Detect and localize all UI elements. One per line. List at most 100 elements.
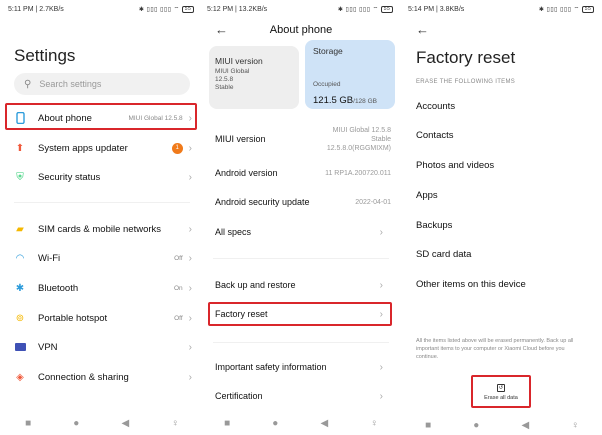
settings-item-label: Bluetooth bbox=[38, 282, 79, 294]
recents-icon[interactable]: ■ bbox=[25, 418, 31, 429]
status-icons: ✱ ▯▯▯ ▯▯▯ ⌔ bbox=[538, 7, 580, 13]
row-back-up-and-restore[interactable]: Back up and restore › bbox=[215, 278, 391, 292]
page-title: Settings bbox=[14, 46, 76, 65]
divider bbox=[14, 202, 190, 203]
divider bbox=[213, 258, 389, 259]
settings-item-label: SIM cards & mobile networks bbox=[38, 223, 162, 235]
recents-icon[interactable]: ■ bbox=[224, 418, 230, 429]
card-line: 12.5.8 bbox=[215, 76, 234, 83]
shield-check-icon: ⛨ bbox=[16, 171, 24, 183]
accessibility-icon[interactable]: ♀ bbox=[171, 418, 179, 429]
status-icons: ✱ ▯▯▯ ▯▯▯ ⌔ bbox=[337, 7, 379, 13]
row-android-security-update[interactable]: Android security update 2022-04-01 bbox=[215, 195, 391, 209]
card-title: MIUI version bbox=[215, 56, 263, 66]
row-label: Android security update bbox=[215, 197, 310, 207]
search-placeholder: Search settings bbox=[39, 79, 102, 89]
erase-item: Other items on this device bbox=[416, 279, 526, 290]
page-title: About phone bbox=[269, 24, 333, 36]
settings-item-security-status[interactable]: ⛨ Security status › bbox=[4, 168, 200, 186]
back-icon[interactable]: ◀ bbox=[122, 418, 130, 429]
erase-item: Apps bbox=[416, 190, 438, 201]
card-line: Stable bbox=[215, 84, 234, 91]
chevron-right-icon: › bbox=[188, 371, 192, 383]
battery-icon: 55 bbox=[582, 5, 594, 13]
erase-item: SD card data bbox=[416, 249, 472, 260]
storage-used: 121.5 GB bbox=[313, 95, 354, 106]
settings-item-label: Portable hotspot bbox=[38, 312, 108, 324]
row-value: 11 RP1A.200720.011 bbox=[325, 169, 391, 177]
row-value: 2022-04-01 bbox=[355, 198, 391, 206]
settings-item-value: Off bbox=[174, 254, 183, 262]
highlight-box bbox=[5, 103, 197, 130]
battery-icon: 55 bbox=[381, 5, 393, 13]
settings-item-label: Security status bbox=[38, 171, 101, 183]
settings-item-connection-sharing[interactable]: ◈ Connection & sharing › bbox=[4, 368, 200, 386]
settings-item-bluetooth[interactable]: ✱ Bluetooth On › bbox=[4, 279, 200, 297]
search-input[interactable]: ⚲ Search settings bbox=[14, 73, 190, 95]
settings-item-vpn[interactable]: VPN › bbox=[4, 338, 200, 356]
status-icons: ✱ ▯▯▯ ▯▯▯ ⌔ bbox=[138, 7, 180, 13]
chevron-right-icon: › bbox=[379, 390, 383, 402]
row-important-safety-information[interactable]: Important safety information › bbox=[215, 360, 391, 374]
status-time: 5:11 PM | 2.7KB/s bbox=[8, 5, 64, 13]
chevron-right-icon: › bbox=[188, 223, 192, 235]
settings-item-label: System apps updater bbox=[38, 142, 128, 154]
row-certification[interactable]: Certification › bbox=[215, 389, 391, 403]
accessibility-icon[interactable]: ♀ bbox=[571, 420, 579, 431]
chevron-right-icon: › bbox=[379, 361, 383, 373]
storage-card[interactable]: Storage Occupied 121.5 GB/128 GB bbox=[305, 40, 395, 109]
home-icon[interactable]: ● bbox=[272, 418, 278, 429]
row-all-specs[interactable]: All specs › bbox=[215, 225, 391, 239]
row-value: MIUI Global 12.5.8 Stable 12.5.8.0(RGGMI… bbox=[326, 126, 391, 152]
settings-item-value: On bbox=[173, 284, 183, 292]
erase-item: Backups bbox=[416, 220, 453, 231]
chevron-right-icon: › bbox=[379, 226, 383, 238]
card-title: Storage bbox=[313, 46, 343, 56]
vpn-icon bbox=[14, 341, 26, 353]
row-label: MIUI version bbox=[215, 134, 266, 144]
settings-screen: 5:11 PM | 2.7KB/s ✱ ▯▯▯ ▯▯▯ ⌔ 55 Setting… bbox=[4, 0, 200, 435]
settings-item-label: VPN bbox=[38, 341, 58, 353]
chevron-right-icon: › bbox=[188, 341, 192, 353]
status-time: 5:14 PM | 3.8KB/s bbox=[408, 5, 465, 13]
chevron-right-icon: › bbox=[188, 282, 192, 294]
chevron-right-icon: › bbox=[188, 252, 192, 264]
highlight-box bbox=[208, 302, 392, 326]
settings-item-sim-cards[interactable]: ▰ SIM cards & mobile networks › bbox=[4, 220, 200, 238]
settings-item-system-apps-updater[interactable]: ⬆ System apps updater 1 › bbox=[4, 139, 200, 157]
erase-item: Photos and videos bbox=[416, 160, 495, 171]
home-icon[interactable]: ● bbox=[73, 418, 79, 429]
home-icon[interactable]: ● bbox=[473, 420, 479, 431]
row-label: Android version bbox=[215, 168, 278, 178]
back-arrow-icon[interactable]: ← bbox=[416, 22, 429, 37]
settings-item-portable-hotspot[interactable]: ⊚ Portable hotspot Off › bbox=[4, 309, 200, 327]
back-icon[interactable]: ◀ bbox=[522, 420, 530, 431]
row-label: Certification bbox=[215, 391, 263, 401]
navigation-bar: ■ ● ◀ ♀ bbox=[404, 415, 600, 435]
chevron-right-icon: › bbox=[188, 312, 192, 324]
accessibility-icon[interactable]: ♀ bbox=[370, 418, 378, 429]
section-subtitle: ERASE THE FOLLOWING ITEMS bbox=[416, 79, 516, 85]
recents-icon[interactable]: ■ bbox=[425, 420, 431, 431]
back-icon[interactable]: ◀ bbox=[321, 418, 329, 429]
warning-text: All the items listed above will be erase… bbox=[416, 338, 574, 360]
settings-item-wifi[interactable]: ◠ Wi-Fi Off › bbox=[4, 249, 200, 267]
storage-total: /128 GB bbox=[353, 98, 377, 105]
chevron-right-icon: › bbox=[379, 279, 383, 291]
status-time: 5:12 PM | 13.2KB/s bbox=[207, 5, 268, 13]
settings-item-label: Connection & sharing bbox=[38, 371, 129, 383]
row-android-version[interactable]: Android version 11 RP1A.200720.011 bbox=[215, 166, 391, 180]
erase-item: Contacts bbox=[416, 130, 454, 141]
status-bar: 5:11 PM | 2.7KB/s ✱ ▯▯▯ ▯▯▯ ⌔ 55 bbox=[8, 4, 194, 14]
row-label: Important safety information bbox=[215, 362, 327, 372]
row-miui-version[interactable]: MIUI version MIUI Global 12.5.8 Stable 1… bbox=[215, 126, 391, 152]
miui-version-card[interactable]: MIUI version MIUI Global 12.5.8 Stable bbox=[209, 46, 299, 109]
settings-item-value: Off bbox=[174, 314, 183, 322]
page-title: Factory reset bbox=[416, 48, 516, 67]
update-badge: 1 bbox=[171, 142, 183, 154]
occupied-label: Occupied bbox=[313, 81, 341, 88]
status-bar: 5:12 PM | 13.2KB/s ✱ ▯▯▯ ▯▯▯ ⌔ 55 bbox=[207, 4, 393, 14]
search-icon: ⚲ bbox=[24, 78, 32, 90]
navigation-bar: ■ ● ◀ ♀ bbox=[4, 411, 200, 435]
chevron-right-icon: › bbox=[188, 171, 192, 183]
